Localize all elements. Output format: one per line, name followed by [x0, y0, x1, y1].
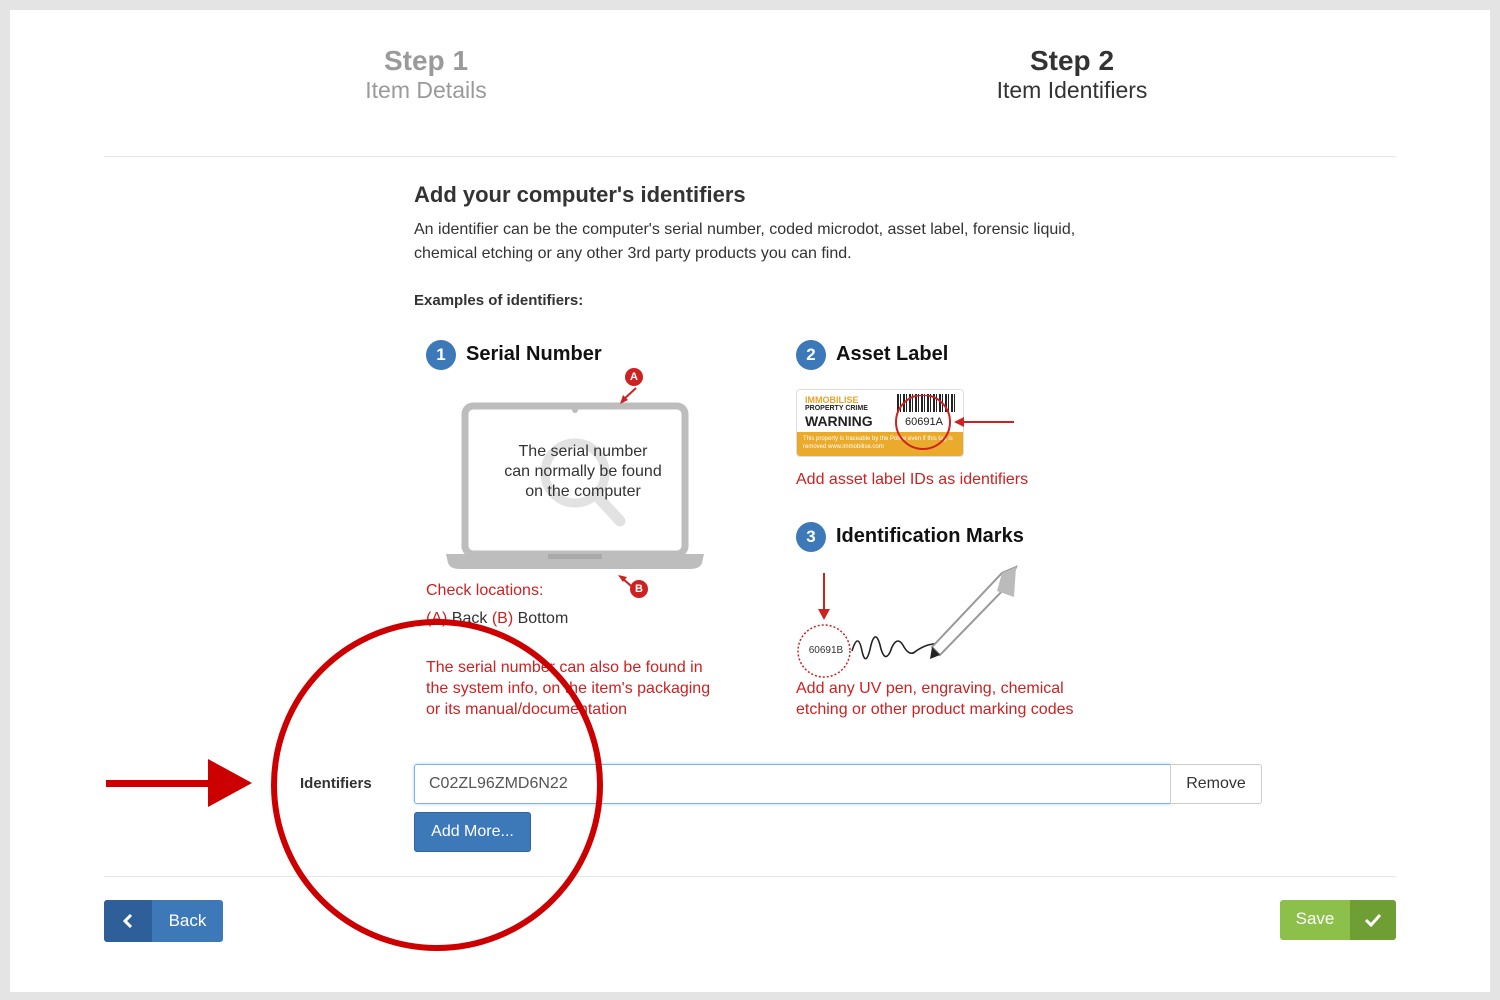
laptop-caption-line: on the computer [525, 483, 641, 500]
identifier-input[interactable]: C02ZL96ZMD6N22 [414, 764, 1171, 804]
badge-1: 1 [426, 340, 456, 370]
laptop-caption: The serial number can normally be found … [478, 442, 688, 502]
marker-a: A [625, 368, 643, 386]
back-button-label: Back [152, 900, 223, 942]
check-locations: Check locations: [426, 582, 544, 599]
page-title: Add your computer's identifiers [414, 182, 746, 207]
locations-list: (A) Back (B) Bottom [426, 608, 568, 629]
page: Step 1 Item Details Step 2 Item Identifi… [10, 10, 1490, 992]
loc-a-marker: (A) [426, 610, 448, 627]
serial-note-line: the system info, on the item's packaging [426, 680, 711, 697]
annotation-arrow-shaft [106, 780, 216, 787]
step-1-number: Step 1 [383, 45, 469, 76]
remove-button[interactable]: Remove [1170, 764, 1262, 804]
chevron-left-icon [104, 900, 152, 942]
step-2-label: Item Identifiers [996, 77, 1148, 103]
marks-caption-line: Add any UV pen, engraving, chemical [796, 680, 1064, 697]
step-1-label: Item Details [365, 77, 487, 103]
annotation-overlay [106, 619, 603, 951]
identifiers-label: Identifiers [300, 775, 372, 792]
examples-title: Examples of identifiers: [414, 292, 584, 309]
footer-divider [104, 876, 1396, 877]
mark-code: 60691B [808, 645, 844, 656]
asset-label-title: Asset Label [836, 343, 949, 365]
step-2-number: Step 2 [1029, 45, 1115, 76]
step-1[interactable]: Step 1 Item Details [336, 45, 516, 104]
laptop-caption-line: can normally be found [504, 463, 662, 480]
badge-3: 3 [796, 522, 826, 552]
step-2: Step 2 Item Identifiers [972, 45, 1172, 104]
asset-label-sub: PROPERTY CRIME [805, 405, 868, 412]
loc-b-marker: (B) [491, 610, 514, 627]
add-more-button[interactable]: Add More... [414, 812, 531, 852]
marks-caption: Add any UV pen, engraving, chemical etch… [796, 678, 1073, 720]
badge-2: 2 [796, 340, 826, 370]
laptop-caption-line: The serial number [518, 443, 648, 460]
checkmark-icon [1350, 900, 1396, 940]
asset-label-warning: WARNING [805, 413, 873, 429]
intro-line-2: chemical etching or any other 3rd party … [414, 245, 852, 262]
annotation-arrow-head [208, 759, 252, 807]
serial-number-title: Serial Number [466, 343, 602, 365]
loc-a-text: Back [451, 610, 488, 627]
asset-label-brand: IMMOBILISE [805, 395, 859, 405]
asset-caption: Add asset label IDs as identifiers [796, 471, 1029, 488]
marks-caption-line: etching or other product marking codes [796, 701, 1074, 718]
header-divider [104, 156, 1396, 157]
back-button[interactable]: Back [104, 900, 223, 942]
serial-note: The serial number can also be found in t… [426, 657, 710, 720]
serial-note-line: or its manual/documentation [426, 701, 627, 718]
marking-pen-illustration [797, 565, 1018, 678]
save-button-label: Save [1280, 900, 1350, 940]
save-button[interactable]: Save [1280, 900, 1396, 940]
serial-note-line: The serial number can also be found in [426, 659, 703, 676]
asset-label-highlight [895, 395, 1014, 450]
intro-text: An identifier can be the computer's seri… [414, 218, 1174, 266]
marker-b: B [630, 580, 648, 598]
identification-marks-title: Identification Marks [836, 525, 1024, 547]
loc-b-text: Bottom [517, 610, 569, 627]
intro-line-1: An identifier can be the computer's seri… [414, 221, 1076, 238]
